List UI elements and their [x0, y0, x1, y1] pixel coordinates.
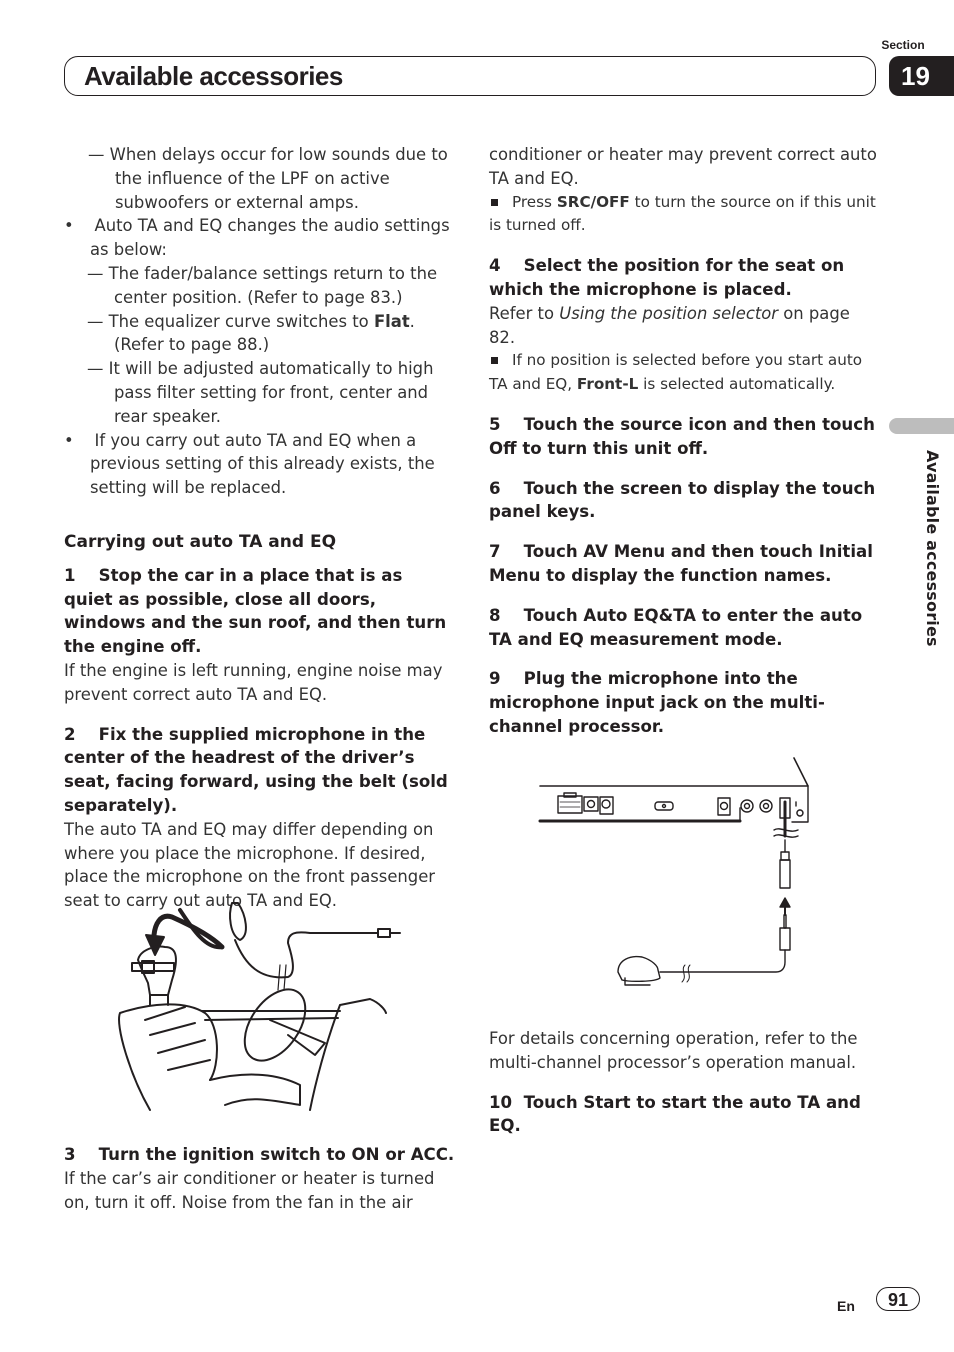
details-body: For details concerning operation, refer …	[489, 1029, 858, 1072]
side-tab-marker	[889, 418, 954, 434]
step-9: 9 Plug the microphone into the microphon…	[489, 669, 825, 736]
continued-body: conditioner or heater may prevent correc…	[489, 145, 877, 188]
step-5: 5 Touch the source icon and then touch O…	[489, 414, 875, 458]
note-src-off: Press SRC/OFF to turn the source on if t…	[489, 192, 876, 235]
page-title: Available accessories	[84, 61, 343, 91]
step-1-body: If the engine is left running, engine no…	[64, 660, 443, 704]
dash-item: — It will be adjusted automatically to h…	[87, 359, 434, 426]
step-7: 7 Touch AV Menu and then touch Initial M…	[489, 542, 873, 585]
plug-arrow-icon	[779, 897, 791, 908]
headrest-microphone-illustration	[118, 902, 401, 1111]
dash-item: — When delays occur for low sounds due t…	[88, 145, 448, 212]
note-square-icon	[491, 357, 498, 365]
step-4: 4 Select the position for the seat on wh…	[489, 256, 845, 299]
left-column-bottom: 3 Turn the ignition switch to ON or ACC.…	[64, 1143, 456, 1214]
flat-label: Flat	[373, 311, 410, 331]
processor-microphone-illustration	[538, 757, 809, 986]
arrow-head-icon	[145, 934, 165, 956]
step-10: 10 Touch Start to start the auto TA and …	[489, 1092, 861, 1136]
step-2: 2 Fix the supplied microphone in the cen…	[64, 724, 448, 815]
step-1: 1 Stop the car in a place that is as qui…	[64, 565, 447, 657]
side-tab-label: Available accessories	[923, 450, 942, 647]
bullet-item: • Auto TA and EQ changes the audio setti…	[64, 216, 450, 260]
step-3-body: If the car’s air conditioner or heater i…	[64, 1168, 435, 1212]
step-3: 3 Turn the ignition switch to ON or ACC.	[64, 1145, 455, 1164]
step-8: 8 Touch Auto EQ&TA to enter the auto TA …	[489, 605, 863, 649]
note-square-icon	[491, 198, 498, 206]
subsection-heading: Carrying out auto TA and EQ	[64, 531, 337, 552]
dash-item: — The equalizer curve switches to Flat. …	[87, 311, 415, 355]
page-number: 91	[876, 1287, 920, 1311]
step-4-body: Refer to Using the position selector on …	[489, 303, 850, 347]
section-number-badge: 19	[889, 56, 954, 96]
right-column: conditioner or heater may prevent correc…	[489, 143, 881, 739]
bullet-item: • If you carry out auto TA and EQ when a…	[64, 430, 435, 498]
step-6: 6 Touch the screen to display the touch …	[489, 478, 876, 522]
left-column: — When delays occur for low sounds due t…	[64, 143, 456, 913]
right-column-bottom: For details concerning operation, refer …	[489, 1027, 881, 1138]
note-front-l: If no position is selected before you st…	[489, 351, 863, 394]
section-label: Section	[881, 38, 925, 52]
language-label: En	[837, 1298, 855, 1314]
dash-item: — The fader/balance settings return to t…	[87, 263, 438, 307]
